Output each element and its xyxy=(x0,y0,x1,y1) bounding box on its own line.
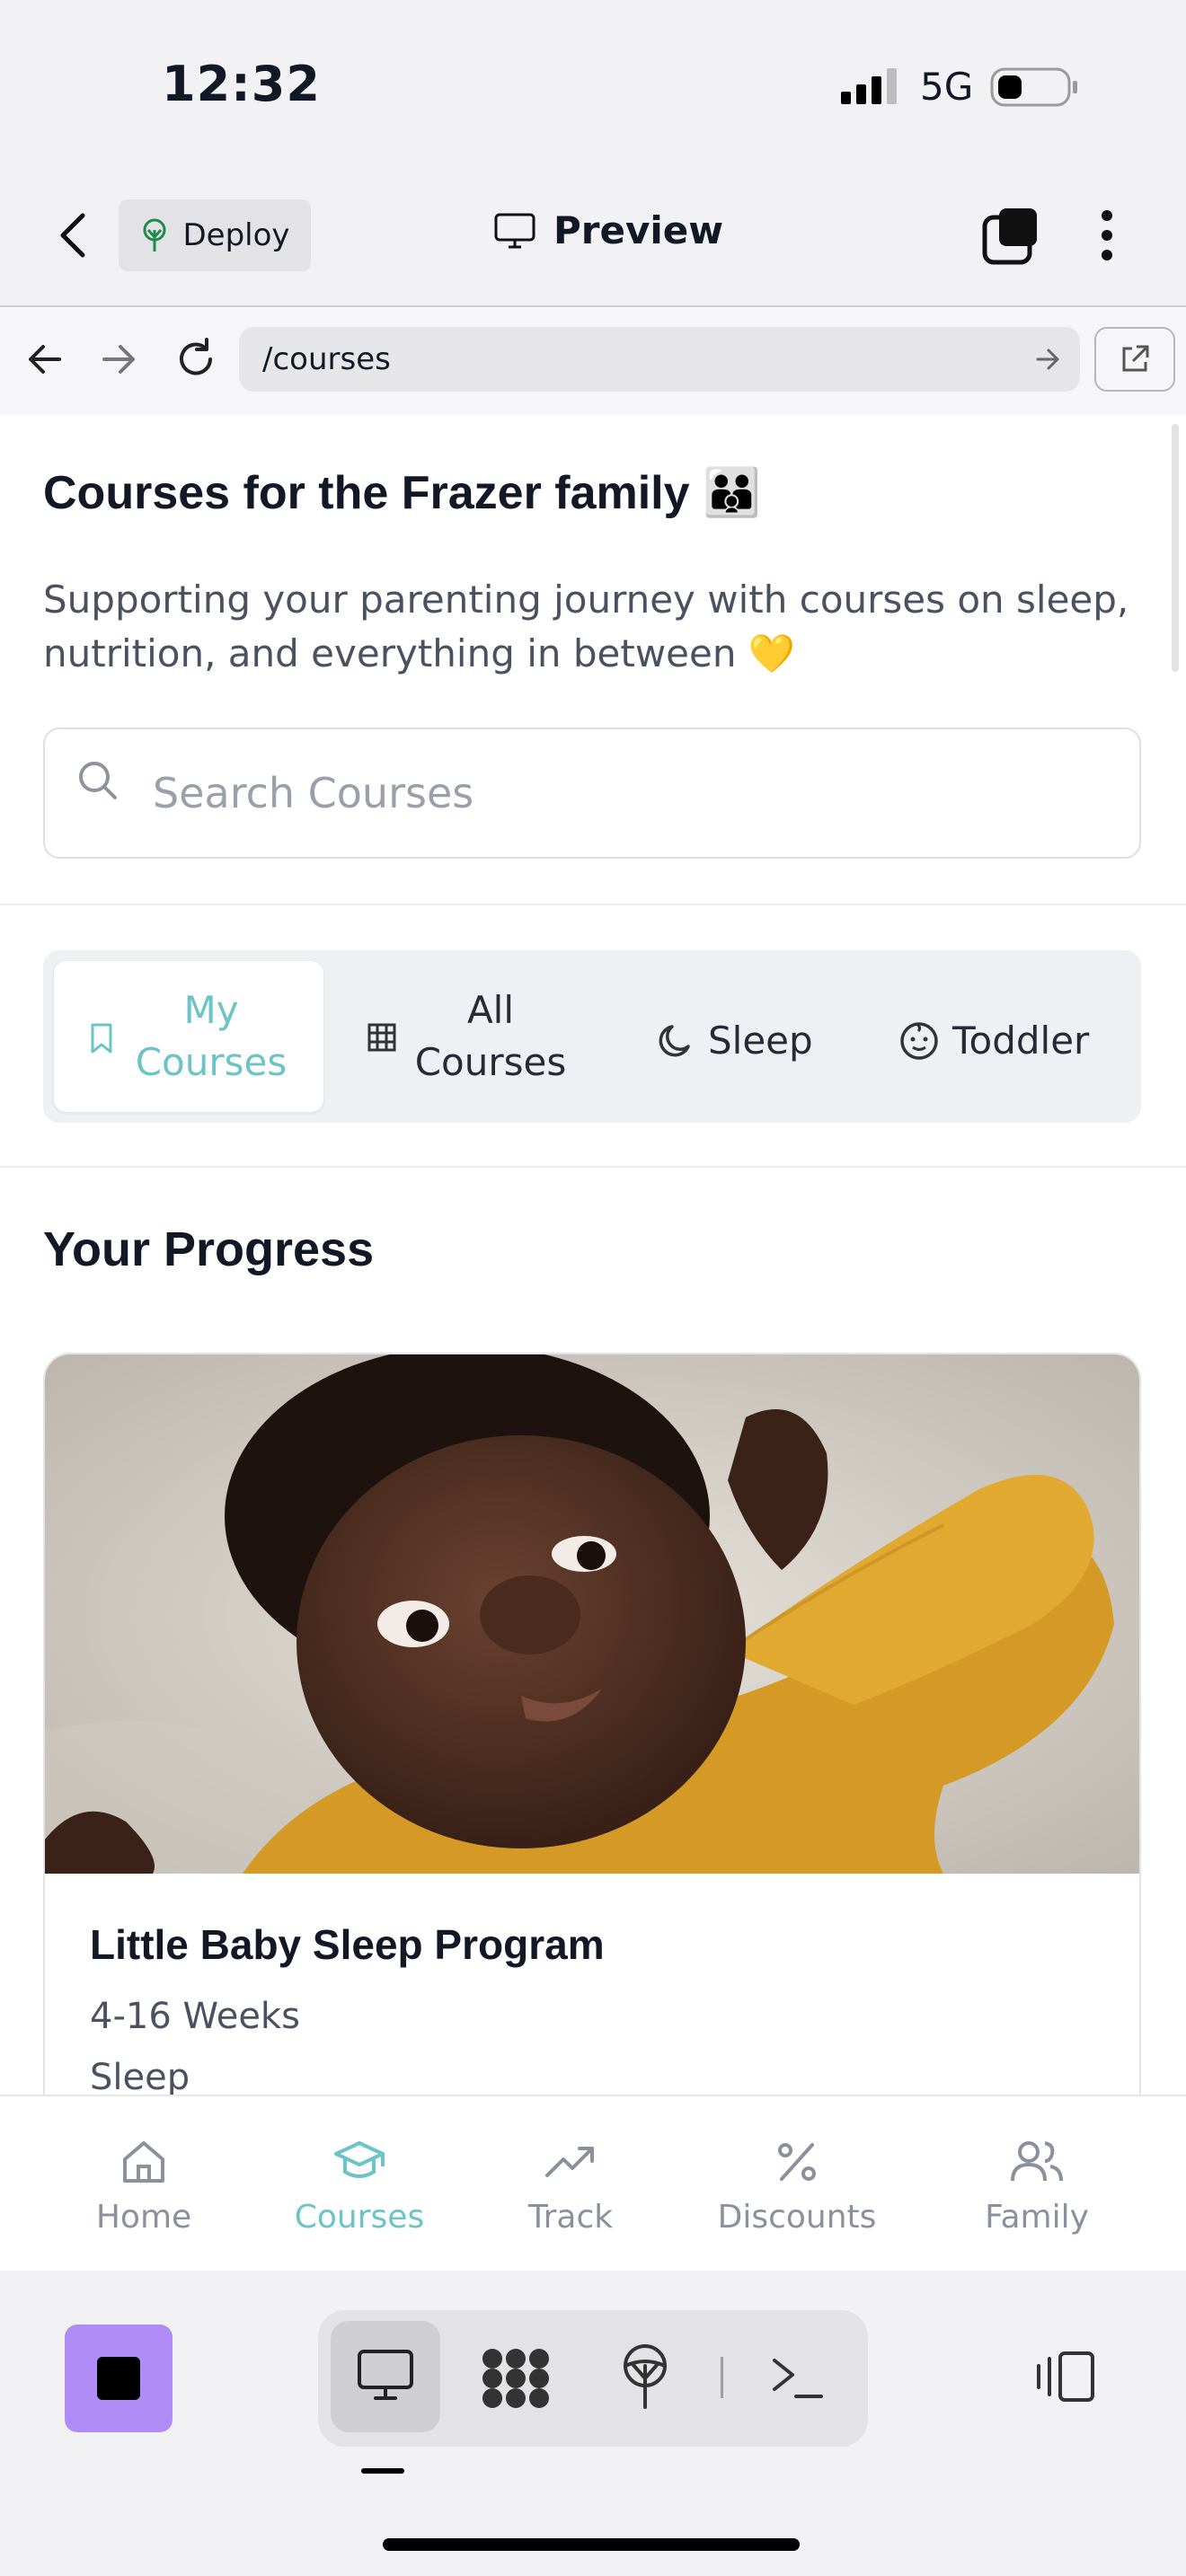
open-external-button[interactable] xyxy=(1094,327,1175,392)
course-category: Sleep xyxy=(90,2057,190,2098)
page-scrollbar[interactable] xyxy=(1172,424,1179,672)
nav-track-label: Track xyxy=(527,2199,614,2236)
preview-tab[interactable]: Preview xyxy=(494,208,723,252)
moon-icon xyxy=(656,1021,695,1061)
stop-icon xyxy=(95,2355,142,2402)
tab-all-courses-label: All Courses xyxy=(414,988,567,1084)
nav-home[interactable]: Home xyxy=(90,2138,198,2236)
battery-icon xyxy=(990,66,1080,108)
browser-forward-icon[interactable] xyxy=(101,343,138,375)
grid-icon xyxy=(367,1022,397,1053)
active-tool-indicator xyxy=(361,2468,404,2474)
more-menu-icon[interactable] xyxy=(1098,208,1116,262)
divider xyxy=(0,1166,1186,1168)
home-icon xyxy=(119,2138,168,2186)
deploy-icon[interactable] xyxy=(616,2342,674,2409)
progress-section-title: Your Progress xyxy=(43,1222,375,1276)
preview-label: Preview xyxy=(553,208,724,252)
page-title: Courses for the Frazer family 👪 xyxy=(43,467,761,519)
tab-sleep-label: Sleep xyxy=(708,1019,813,1063)
search-icon xyxy=(77,760,119,801)
course-image xyxy=(45,1354,1139,1874)
nav-track[interactable]: Track xyxy=(512,2138,629,2236)
tab-my-courses-label: My Courses xyxy=(135,988,288,1084)
monitor-icon xyxy=(356,2346,415,2405)
graduation-cap-icon xyxy=(332,2138,386,2186)
external-link-icon xyxy=(1119,343,1151,375)
nav-discounts[interactable]: Discounts xyxy=(712,2138,882,2236)
signal-icon xyxy=(841,68,900,104)
panels-icon[interactable] xyxy=(1033,2348,1098,2405)
course-card[interactable] xyxy=(43,1353,1141,2161)
tab-toddler[interactable]: Toddler xyxy=(898,1015,1089,1067)
nav-courses[interactable]: Courses xyxy=(288,2138,431,2236)
course-age-range: 4-16 Weeks xyxy=(90,1996,300,2037)
network-label: 5G xyxy=(920,65,974,109)
deploy-label: Deploy xyxy=(182,217,290,253)
toolbar-separator xyxy=(721,2357,723,2398)
agents-icon[interactable] xyxy=(480,2344,552,2413)
page-subtitle: Supporting your parenting journey with c… xyxy=(43,578,1129,675)
bookmark-icon xyxy=(88,1022,115,1054)
nav-discounts-label: Discounts xyxy=(717,2199,877,2236)
trending-up-icon xyxy=(544,2138,597,2186)
search-placeholder: Search Courses xyxy=(153,769,474,817)
tab-toddler-label: Toddler xyxy=(952,1019,1090,1063)
users-icon xyxy=(1009,2138,1065,2186)
browser-back-icon[interactable] xyxy=(25,343,63,375)
terminal-icon[interactable] xyxy=(769,2353,825,2402)
nav-home-label: Home xyxy=(95,2199,192,2236)
monitor-icon xyxy=(494,213,535,249)
stop-button[interactable] xyxy=(65,2325,173,2432)
nav-courses-label: Courses xyxy=(294,2199,425,2236)
deploy-icon xyxy=(139,217,170,253)
nav-family-label: Family xyxy=(985,2199,1089,2236)
url-go-icon[interactable] xyxy=(1035,347,1062,372)
url-text: /courses xyxy=(262,341,391,377)
status-time: 12:32 xyxy=(162,56,321,112)
divider xyxy=(0,904,1186,905)
tab-sleep[interactable]: Sleep xyxy=(656,1015,813,1067)
reload-icon[interactable] xyxy=(174,338,217,381)
home-indicator xyxy=(383,2538,800,2551)
deploy-button[interactable]: Deploy xyxy=(119,199,311,271)
nav-family[interactable]: Family xyxy=(974,2138,1100,2236)
back-chevron-icon[interactable] xyxy=(56,212,92,259)
course-title: Little Baby Sleep Program xyxy=(90,1921,605,1968)
tabs-icon[interactable] xyxy=(981,207,1040,266)
percent-icon xyxy=(773,2138,821,2186)
baby-face-icon xyxy=(898,1020,940,1062)
